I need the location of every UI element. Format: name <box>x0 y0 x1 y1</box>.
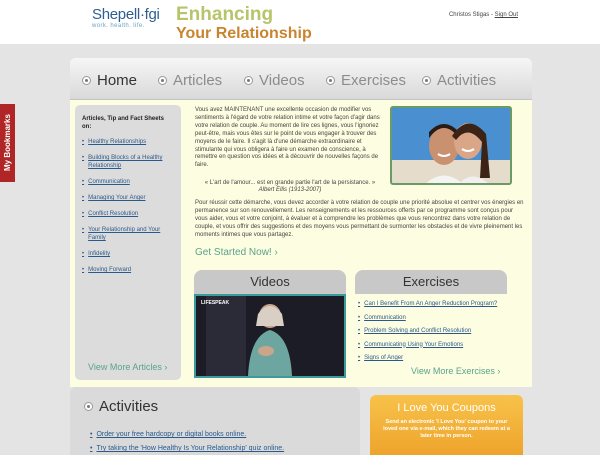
activities-title: Activities <box>84 398 158 415</box>
nav-bullet-icon <box>158 75 167 85</box>
exercise-item-problem-solving[interactable]: Problem Solving and Conflict Resolution <box>358 327 528 335</box>
exercise-item-signs-of-anger[interactable]: Signs of Anger <box>358 354 528 362</box>
quote-text: « L'art de l'amour... est en grande part… <box>204 180 376 186</box>
sidebar-item-building-blocks[interactable]: Building Blocks of a Healthy Relationshi… <box>82 154 174 170</box>
coupon-description: Send an electronic 'I Love You' coupon t… <box>383 419 510 439</box>
nav-bullet-icon <box>326 75 335 85</box>
sidebar-item-conflict-resolution[interactable]: Conflict Resolution <box>82 210 174 218</box>
sign-out-link[interactable]: Sign Out <box>495 12 518 18</box>
exercise-item-anger-reduction[interactable]: Can I Benefit From An Anger Reduction Pr… <box>358 300 528 308</box>
get-started-link[interactable]: Get Started Now! › <box>195 247 278 258</box>
my-bookmarks-tab[interactable]: My Bookmarks <box>0 104 15 182</box>
articles-sidebar: Articles, Tip and Fact Sheets on: Health… <box>75 105 181 380</box>
nav-articles-label: Articles <box>173 71 223 89</box>
activities-list: Order your free hardcopy or digital book… <box>90 430 284 455</box>
intro-paragraph-2: Pour réussir cette démarche, vous devez … <box>195 200 524 238</box>
nav-bullet-icon <box>422 75 431 85</box>
sidebar-item-infidelity[interactable]: Infidelity <box>82 250 174 258</box>
nav-exercises-label: Exercises <box>341 71 407 89</box>
activity-item-quiz[interactable]: Try taking the 'How Healthy Is Your Rela… <box>90 444 284 453</box>
videos-header[interactable]: Videos <box>194 270 346 294</box>
nav-bullet-icon <box>82 75 91 85</box>
program-title-line2: Your Relationship <box>176 25 312 42</box>
video-thumbnail-icon <box>196 296 344 376</box>
nav-articles[interactable]: Articles <box>158 69 222 91</box>
exercise-item-emotions[interactable]: Communicating Using Your Emotions <box>358 341 528 349</box>
quote-author: Albert Ellis (1913-2007) <box>258 187 322 193</box>
sidebar-item-communication[interactable]: Communication <box>82 178 174 186</box>
company-logo[interactable]: Shepell·fgi work. health. life. <box>92 6 160 29</box>
nav-home[interactable]: Home <box>82 69 137 91</box>
sidebar-item-healthy-relationships[interactable]: Healthy Relationships <box>82 138 174 146</box>
sidebar-item-managing-anger[interactable]: Managing Your Anger <box>82 194 174 202</box>
header: Shepell·fgi work. health. life. Enhancin… <box>0 0 600 44</box>
nav-videos[interactable]: Videos <box>244 69 305 91</box>
nav-activities[interactable]: Activities <box>422 69 496 91</box>
exercises-header[interactable]: Exercises <box>355 270 507 294</box>
activities-bullet-icon <box>84 402 93 411</box>
nav-bullet-icon <box>244 75 253 85</box>
sidebar-item-moving-forward[interactable]: Moving Forward <box>82 266 174 274</box>
program-title-line1: Enhancing <box>176 4 274 25</box>
nav-activities-label: Activities <box>437 71 497 89</box>
video-brand-label: LIFESPEAK <box>201 300 230 306</box>
user-name: Christos Stigas <box>448 12 490 18</box>
love-coupons-card[interactable]: I Love You Coupons Send an electronic 'I… <box>370 395 523 455</box>
exercise-item-communication[interactable]: Communication <box>358 314 528 322</box>
couple-photo-icon <box>392 108 510 183</box>
logo-tagline: work. health. life. <box>92 23 145 29</box>
nav-exercises[interactable]: Exercises <box>326 69 406 91</box>
exercises-list: Can I Benefit From An Anger Reduction Pr… <box>358 300 528 368</box>
activity-item-order-books[interactable]: Order your free hardcopy or digital book… <box>90 430 284 439</box>
video-player[interactable]: LIFESPEAK <box>194 294 346 378</box>
main-nav: Home Articles Videos Exercises Activitie… <box>70 58 532 100</box>
user-separator: - <box>490 12 493 18</box>
activities-title-label: Activities <box>99 398 159 415</box>
intro-paragraph-1: Vous avez MAINTENANT une excellente occa… <box>195 107 380 169</box>
intro-quote: « L'art de l'amour... est en grande part… <box>195 180 385 194</box>
sidebar-title: Articles, Tip and Fact Sheets on: <box>82 116 164 130</box>
nav-videos-label: Videos <box>259 71 305 89</box>
program-title: Enhancing Your Relationship <box>176 5 312 42</box>
coupon-title: I Love You Coupons <box>397 402 496 414</box>
logo-brand: Shepell·fgi <box>92 6 160 23</box>
view-more-articles-link[interactable]: View More Articles › <box>88 362 167 372</box>
couple-hero-image <box>390 106 512 185</box>
user-info: Christos Stigas - Sign Out <box>449 12 518 18</box>
nav-home-label: Home <box>97 71 138 89</box>
sidebar-item-relationship-family[interactable]: Your Relationship and Your Family <box>82 226 174 242</box>
view-more-exercises-link[interactable]: View More Exercises › <box>411 366 500 376</box>
